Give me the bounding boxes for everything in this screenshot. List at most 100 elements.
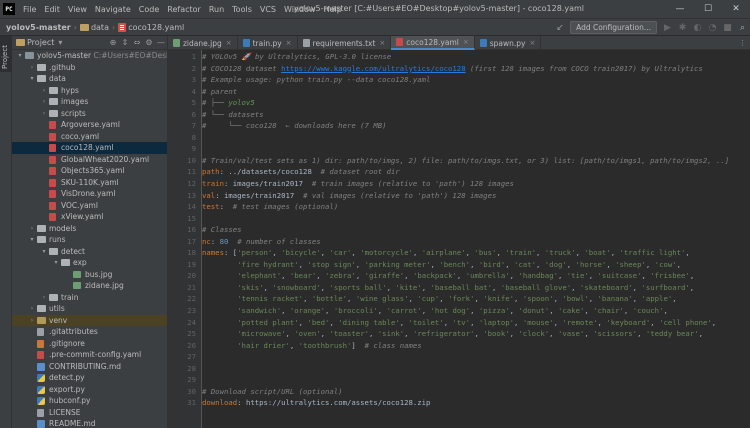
tree-item-detect[interactable]: ▾ detect (12, 246, 167, 258)
maximize-icon[interactable]: ☐ (694, 0, 722, 18)
search-icon[interactable]: ⌕ (735, 20, 750, 35)
tree-item-precommit[interactable]: .pre-commit-config.yaml (12, 349, 167, 361)
chevron-right-icon[interactable]: › (40, 85, 48, 97)
tree-item-text: CONTRIBUTING.md (49, 361, 121, 373)
code-editor[interactable]: 1 # YOLOv5 🚀 by Ultralytics, GPL-3.0 lice… (168, 50, 750, 428)
chevron-right-icon[interactable]: › (28, 303, 36, 315)
tree-item-data[interactable]: ▾ data (12, 73, 167, 85)
tree-item-argoverse[interactable]: Argoverse.yaml (12, 119, 167, 131)
tree-item-label: hubconf.py (49, 396, 91, 405)
breadcrumb-file[interactable]: coco128.yaml (116, 22, 186, 32)
code-token: , (325, 306, 334, 316)
close-tab-icon[interactable]: × (463, 38, 469, 46)
tree-item-exp[interactable]: ▾ exp (12, 257, 167, 269)
code-token: , (549, 306, 558, 316)
project-panel-title[interactable]: Project (27, 38, 54, 47)
tree-item-train[interactable]: › train (12, 292, 167, 304)
tab-spawn[interactable]: spawn.py × (475, 36, 542, 50)
chevron-right-icon[interactable]: › (40, 292, 48, 304)
chevron-right-icon[interactable]: › (28, 315, 36, 327)
code-token: , (584, 306, 594, 316)
tree-item-voc[interactable]: VOC.yaml (12, 200, 167, 212)
tree-item-visdrone[interactable]: VisDrone.yaml (12, 188, 167, 200)
add-configuration-button[interactable]: Add Configuration... (570, 21, 657, 34)
tree-item-sku110k[interactable]: SKU-110K.yaml (12, 177, 167, 189)
menu-item-code[interactable]: Code (135, 5, 163, 14)
menu-item-tools[interactable]: Tools (228, 5, 256, 14)
tab-coco128[interactable]: coco128.yaml × (391, 36, 475, 50)
tree-item-models[interactable]: › models (12, 223, 167, 235)
tree-item-yolov5-master[interactable]: ▾ yolov5-master C:#Users#EO#Desktop#yolo (12, 50, 167, 62)
navigate-back-icon[interactable]: ↙ (553, 23, 567, 33)
coverage-icon[interactable]: ◐ (690, 20, 705, 35)
run-icon[interactable]: ▶ (660, 20, 675, 35)
tree-item-hubconf-py[interactable]: hubconf.py (12, 395, 167, 407)
tree-item-globalwheat[interactable]: GlobalWheat2020.yaml (12, 154, 167, 166)
code-token: 'donut' (518, 306, 550, 316)
tree-item-utils[interactable]: › utils (12, 303, 167, 315)
minimize-icon[interactable]: — (666, 0, 694, 18)
code-line: 8 (168, 132, 750, 144)
menu-item-vcs[interactable]: VCS (256, 5, 280, 14)
tree-item-gitignore[interactable]: .gitignore (12, 338, 167, 350)
tree-item-zidane[interactable]: zidane.jpg (12, 280, 167, 292)
tree-item-runs[interactable]: ▾ runs (12, 234, 167, 246)
tree-item-license[interactable]: LICENSE (12, 407, 167, 419)
chevron-right-icon[interactable]: › (40, 108, 48, 120)
tree-item-scripts[interactable]: › scripts (12, 108, 167, 120)
stop-icon[interactable]: ■ (720, 20, 735, 35)
menu-item-file[interactable]: File (19, 5, 40, 14)
menu-item-view[interactable]: View (64, 5, 91, 14)
close-tab-icon[interactable]: × (286, 39, 292, 47)
breadcrumb-project[interactable]: yolov5-master (0, 23, 73, 32)
code-token: , (470, 317, 479, 327)
menu-item-refactor[interactable]: Refactor (163, 5, 205, 14)
debug-icon[interactable]: ✱ (675, 20, 690, 35)
hide-panel-icon[interactable]: — (155, 38, 167, 47)
expand-all-icon[interactable]: ⇕ (119, 38, 131, 47)
close-tab-icon[interactable]: × (529, 39, 535, 47)
code-token: 'book' (483, 329, 510, 339)
tree-item-coco[interactable]: coco.yaml (12, 131, 167, 143)
tree-item-readme[interactable]: README.md (12, 418, 167, 428)
chevron-down-icon[interactable]: ▾ (28, 73, 36, 85)
chevron-down-icon[interactable]: ▾ (54, 38, 66, 47)
collapse-all-icon[interactable]: ⇔ (131, 38, 143, 47)
chevron-down-icon[interactable]: ▾ (40, 246, 48, 258)
tree-item-detect-py[interactable]: detect.py (12, 372, 167, 384)
chevron-right-icon[interactable]: › (28, 62, 36, 74)
tree-item-export-py[interactable]: export.py (12, 384, 167, 396)
tree-item-xview[interactable]: xView.yaml (12, 211, 167, 223)
tree-item-gitattributes[interactable]: .gitattributes (12, 326, 167, 338)
profile-icon[interactable]: ◔ (705, 20, 720, 35)
code-text: # ├── yolov5 (202, 97, 255, 109)
tab-zidane[interactable]: zidane.jpg × (168, 36, 238, 50)
close-tab-icon[interactable]: × (379, 39, 385, 47)
tree-item-coco128[interactable]: coco128.yaml (12, 142, 167, 154)
tree-item-bus[interactable]: bus.jpg (12, 269, 167, 281)
tab-train[interactable]: train.py × (238, 36, 298, 50)
menu-item-navigate[interactable]: Navigate (91, 5, 135, 14)
folder-icon (49, 247, 58, 255)
tab-list-icon[interactable]: ⋮ (739, 39, 746, 47)
breadcrumb-folder[interactable]: data (78, 23, 111, 32)
tree-item-images[interactable]: › images (12, 96, 167, 108)
tree-item-github[interactable]: › .github (12, 62, 167, 74)
locate-icon[interactable]: ⊕ (107, 38, 119, 47)
tree-item-hyps[interactable]: › hyps (12, 85, 167, 97)
tree-item-contributing[interactable]: CONTRIBUTING.md (12, 361, 167, 373)
tree-item-venv[interactable]: › venv (12, 314, 167, 327)
tab-requirements[interactable]: requirements.txt × (298, 36, 392, 50)
close-icon[interactable]: ✕ (722, 0, 750, 18)
chevron-right-icon[interactable]: › (40, 96, 48, 108)
chevron-down-icon[interactable]: ▾ (52, 257, 60, 269)
chevron-right-icon[interactable]: › (28, 223, 36, 235)
menu-item-run[interactable]: Run (205, 5, 228, 14)
project-tool-tab[interactable]: Project (0, 36, 12, 72)
close-tab-icon[interactable]: × (226, 39, 232, 47)
menu-item-edit[interactable]: Edit (40, 5, 64, 14)
tree-item-objects365[interactable]: Objects365.yaml (12, 165, 167, 177)
gear-icon[interactable]: ⚙ (143, 38, 155, 47)
chevron-down-icon[interactable]: ▾ (28, 234, 36, 246)
chevron-down-icon[interactable]: ▾ (16, 50, 24, 62)
